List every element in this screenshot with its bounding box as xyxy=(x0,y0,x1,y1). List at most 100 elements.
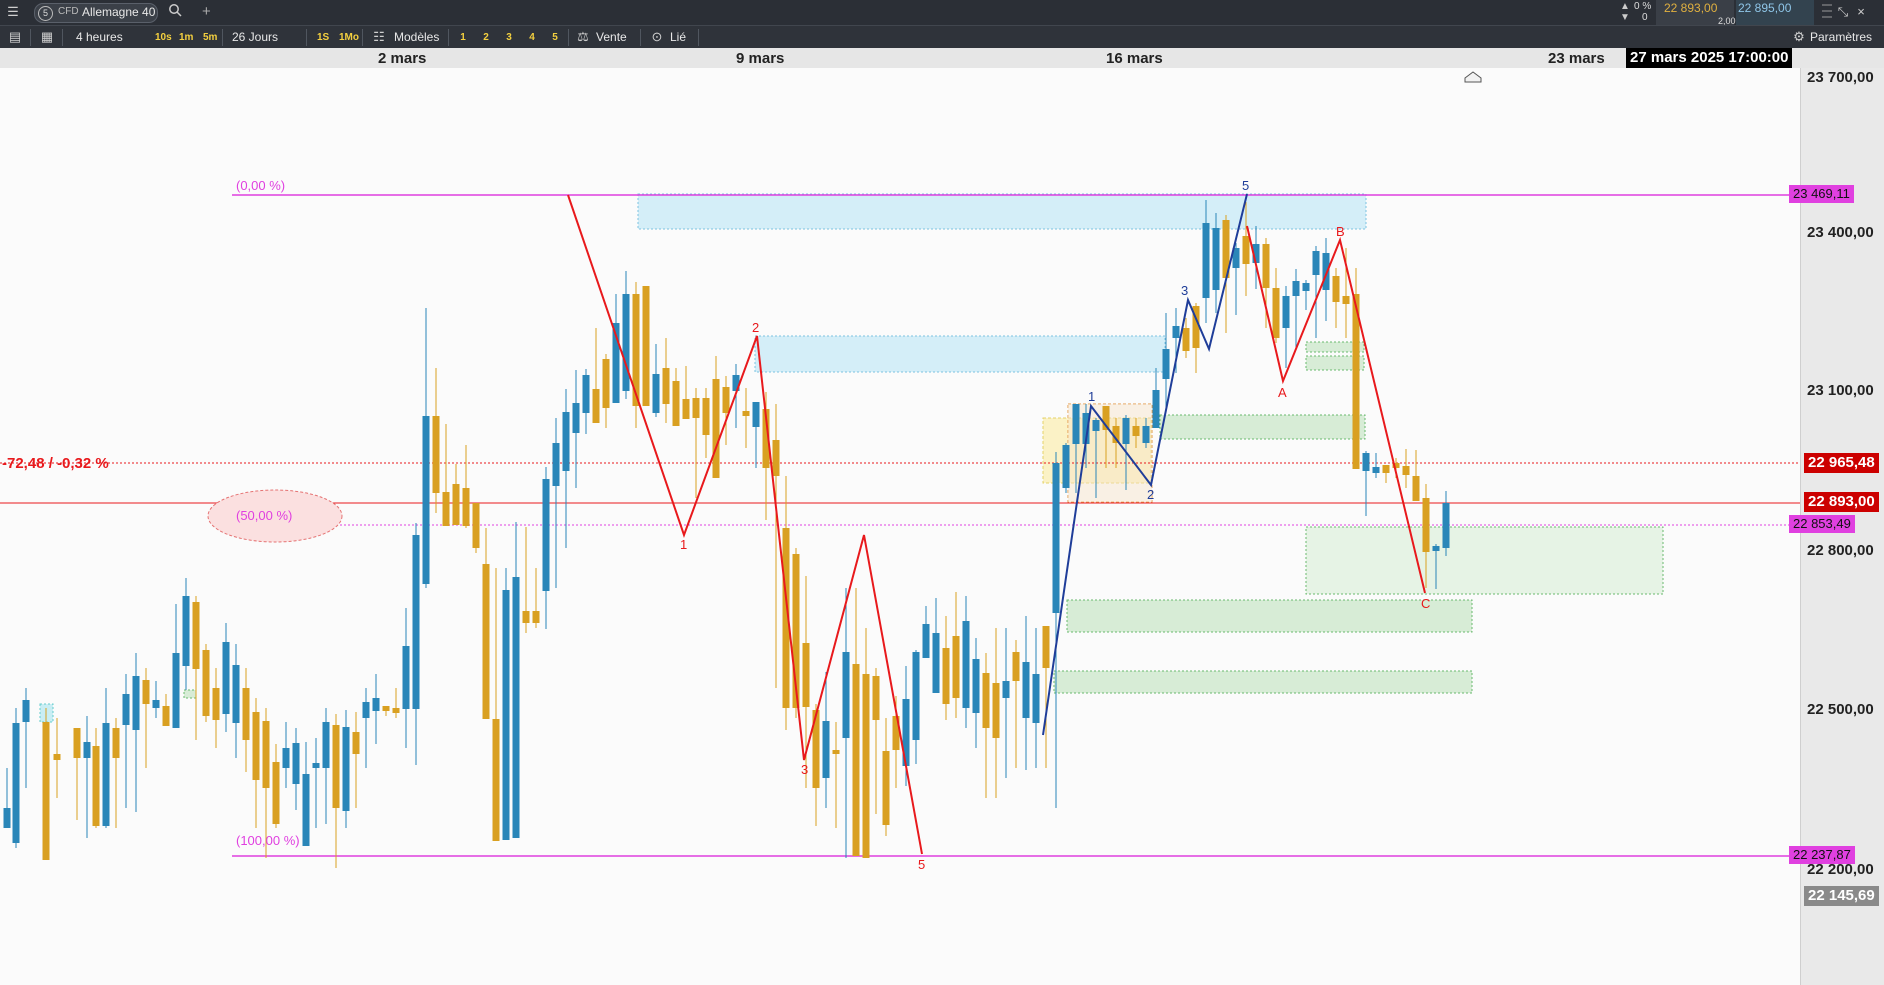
candle-body xyxy=(1002,681,1010,698)
triangle-down-icon: ▼ xyxy=(1620,12,1630,23)
demand-zone xyxy=(1159,414,1366,440)
period-1mo[interactable]: 1Mo xyxy=(336,30,362,46)
candle-body xyxy=(872,676,880,720)
price-tick: 22 500,00 xyxy=(1807,701,1874,718)
interval-5m[interactable]: 5m xyxy=(200,30,221,46)
candle-body xyxy=(142,680,150,704)
candle-body xyxy=(572,403,580,433)
wave-label: 2 xyxy=(752,320,759,335)
settings-button[interactable]: Paramètres xyxy=(1810,30,1872,44)
candle-body xyxy=(1412,476,1420,501)
candle-body xyxy=(1092,420,1100,431)
candle-body xyxy=(532,611,540,623)
price-chart[interactable]: 1 2 3 5 1 2 3 5 A B C (0,00 %) (50,00 %)… xyxy=(0,68,1800,985)
scale-icon[interactable]: ⚖ xyxy=(574,28,592,46)
candle-body xyxy=(1362,453,1370,471)
candle-body xyxy=(462,488,470,526)
interval-10s[interactable]: 10s xyxy=(152,30,175,46)
home-icon[interactable] xyxy=(1464,71,1482,83)
candle-body xyxy=(1262,244,1270,288)
candle-body xyxy=(162,706,170,726)
candle-body xyxy=(922,624,930,658)
gear-icon[interactable]: ⚙ xyxy=(1790,28,1808,46)
linked-button[interactable]: Lié xyxy=(670,30,686,44)
range-selector[interactable]: 26 Jours xyxy=(232,30,278,44)
minimize-icon[interactable]: ⤡ xyxy=(1834,3,1852,21)
candle-body xyxy=(262,721,270,788)
candle-body xyxy=(912,652,920,740)
ask-price-box[interactable]: 22 895,00 xyxy=(1736,0,1814,25)
candle-body xyxy=(752,402,760,427)
candle-body xyxy=(1332,276,1340,302)
candle-body xyxy=(522,611,530,623)
timeframe-selector[interactable]: 4 heures xyxy=(76,30,123,44)
candle-body xyxy=(412,535,420,709)
candle-body xyxy=(342,727,350,811)
ask-price: 22 895,00 xyxy=(1738,1,1792,15)
list-icon[interactable]: ▤ xyxy=(6,28,24,46)
template-slot-2[interactable]: 2 xyxy=(479,30,493,46)
candle-body xyxy=(1242,236,1250,264)
counter-pct: 0 % xyxy=(1634,1,1652,12)
candle-body xyxy=(232,665,240,723)
candle-body xyxy=(172,653,180,728)
hamburger-menu-icon[interactable]: ☰ xyxy=(4,3,22,21)
candle-body xyxy=(202,650,210,716)
date-label: 2 mars xyxy=(378,50,427,67)
period-1s[interactable]: 1S xyxy=(314,30,333,46)
candle-body xyxy=(22,700,30,722)
candle-body xyxy=(1172,326,1180,338)
candle-body xyxy=(642,286,650,406)
candle-body xyxy=(932,633,940,693)
template-slot-4[interactable]: 4 xyxy=(525,30,539,46)
candlesticks[interactable] xyxy=(3,200,1450,868)
wave-label: B xyxy=(1336,224,1345,239)
candle-body xyxy=(182,596,190,666)
templates-icon[interactable]: ☷ xyxy=(370,28,388,46)
price-axis[interactable]: 23 700,00 23 400,00 23 100,00 22 800,00 … xyxy=(1789,68,1884,985)
divider xyxy=(448,29,449,46)
layout-icon[interactable]: ▦ xyxy=(38,28,56,46)
candle-body xyxy=(652,374,660,413)
template-slot-3[interactable]: 3 xyxy=(502,30,516,46)
candle-body xyxy=(1142,426,1150,443)
candle-body xyxy=(73,728,81,758)
price-tick: 23 100,00 xyxy=(1807,382,1874,399)
candle-body xyxy=(452,484,460,525)
date-crosshair-label: 27 mars 2025 17:00:00 xyxy=(1626,48,1793,68)
candle-body xyxy=(372,698,380,711)
candle-body xyxy=(1012,652,1020,681)
link-icon[interactable]: ⊙ xyxy=(648,28,666,46)
candle-body xyxy=(1402,466,1410,475)
interval-1m[interactable]: 1m xyxy=(176,30,197,46)
candle-body xyxy=(282,748,290,768)
divider xyxy=(362,29,363,46)
candle-body xyxy=(742,411,750,416)
candle-body xyxy=(1212,228,1220,290)
prev-close-tag: 22 965,48 xyxy=(1804,453,1879,473)
template-slot-5[interactable]: 5 xyxy=(548,30,562,46)
bid-price-box[interactable]: 22 893,00 2,00 xyxy=(1656,0,1736,26)
candle-body xyxy=(1182,328,1190,351)
close-icon[interactable]: × xyxy=(1852,3,1870,21)
candle-body xyxy=(122,694,130,725)
candle-body xyxy=(682,399,690,419)
templates-button[interactable]: Modèles xyxy=(394,30,439,44)
demand-zone xyxy=(1305,526,1664,595)
add-tab-button[interactable]: + xyxy=(202,3,211,20)
position-counter: ▲ ▼ 0 % 0 xyxy=(1612,0,1662,25)
wave-label: C xyxy=(1421,596,1430,611)
candle-body xyxy=(1022,662,1030,718)
change-label: -72,48 / -0,32 % xyxy=(2,455,109,472)
candle-body xyxy=(692,398,700,418)
candle-body xyxy=(132,676,140,730)
chart-area[interactable]: 1 2 3 5 1 2 3 5 A B C (0,00 %) (50,00 %)… xyxy=(0,68,1800,985)
candle-body xyxy=(42,722,50,860)
bid-price: 22 893,00 xyxy=(1664,1,1718,15)
candle-body xyxy=(292,743,300,784)
template-slot-1[interactable]: 1 xyxy=(456,30,470,46)
search-icon[interactable] xyxy=(166,3,184,21)
candle-body xyxy=(502,590,510,840)
wave-label: 5 xyxy=(1242,178,1249,193)
sell-button[interactable]: Vente xyxy=(596,30,627,44)
